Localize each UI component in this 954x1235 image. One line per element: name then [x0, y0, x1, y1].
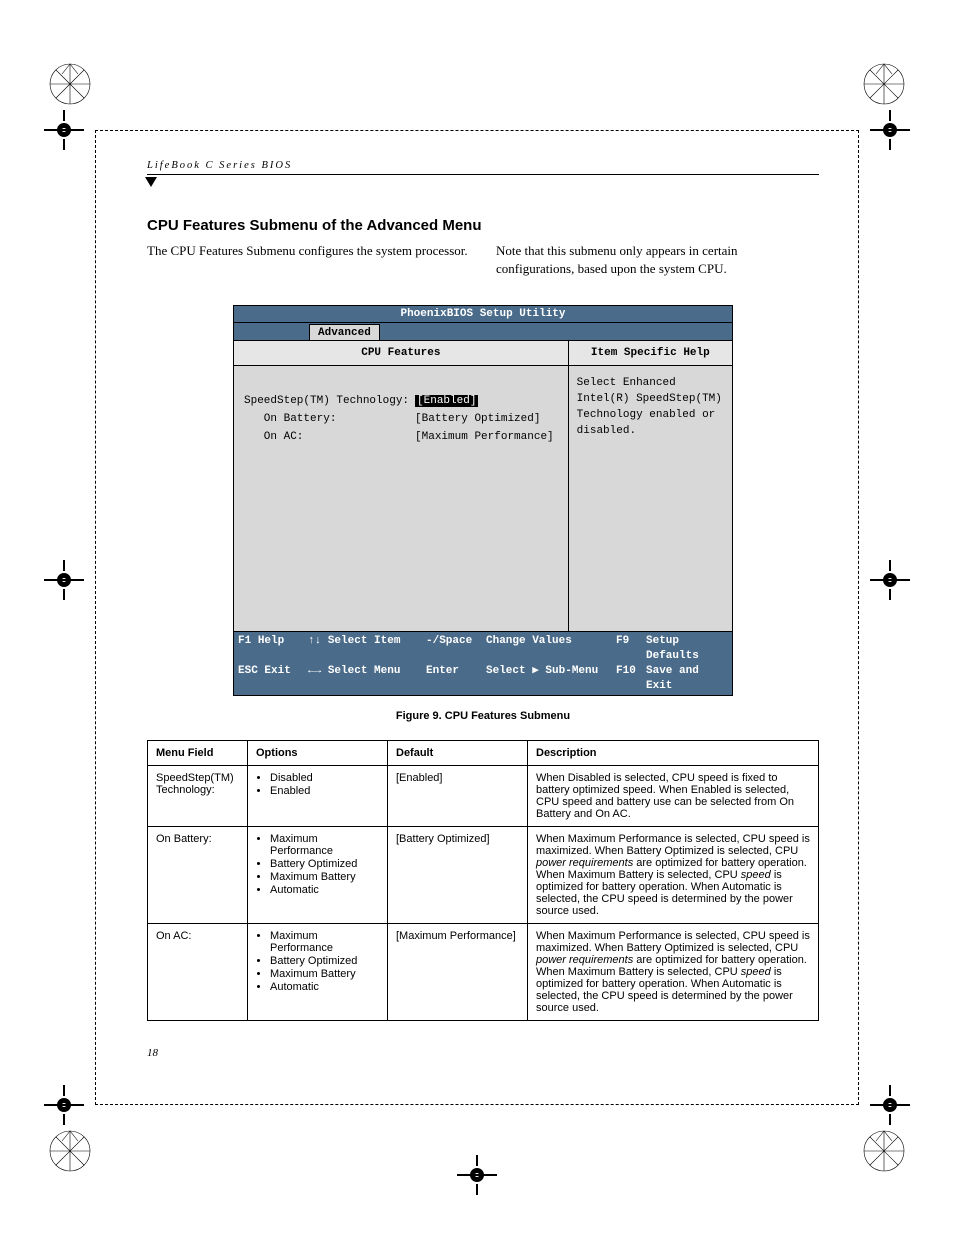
crosshair	[870, 110, 910, 150]
trim-line	[95, 130, 859, 131]
cell-field: On AC:	[148, 924, 248, 1021]
page-content: LifeBook C Series BIOS CPU Features Subm…	[147, 160, 819, 1059]
bios-footer: F1 Help ↑↓ Select Item -/Space Change Va…	[234, 631, 732, 695]
bios-right-heading: Item Specific Help	[569, 341, 732, 366]
bios-settings: SpeedStep(TM) Technology:[Enabled] On Ba…	[234, 366, 568, 631]
cell-description: When Maximum Performance is selected, CP…	[528, 827, 819, 924]
cell-description: When Maximum Performance is selected, CP…	[528, 924, 819, 1021]
reg-mark-br	[862, 1129, 906, 1173]
bios-setting-label: On Battery:	[244, 412, 413, 428]
bios-setting-label: On AC:	[244, 430, 413, 446]
trim-line	[95, 130, 96, 1105]
th-description: Description	[528, 741, 819, 766]
table-row: On Battery:Maximum PerformanceBattery Op…	[148, 827, 819, 924]
option-item: Maximum Performance	[270, 833, 379, 857]
bios-tab-advanced: Advanced	[309, 324, 380, 340]
crosshair	[870, 1085, 910, 1125]
page-number: 18	[147, 1047, 819, 1059]
option-item: Disabled	[270, 772, 379, 784]
crosshair	[870, 560, 910, 600]
bios-left-heading: CPU Features	[234, 341, 568, 366]
bios-setting-value: [Battery Optimized]	[415, 412, 558, 428]
option-item: Enabled	[270, 785, 379, 797]
running-header: LifeBook C Series BIOS	[147, 160, 819, 174]
crosshair	[44, 110, 84, 150]
header-marker-icon	[145, 177, 157, 187]
bios-title: PhoenixBIOS Setup Utility	[234, 306, 732, 323]
bios-figure: PhoenixBIOS Setup Utility Advanced CPU F…	[233, 305, 733, 696]
bios-tab-bar: Advanced	[234, 323, 732, 341]
intro-columns: The CPU Features Submenu configures the …	[147, 242, 819, 277]
option-item: Maximum Battery	[270, 871, 379, 883]
bios-setting-label: SpeedStep(TM) Technology:	[244, 394, 413, 410]
cell-default: [Enabled]	[388, 766, 528, 827]
cell-description: When Disabled is selected, CPU speed is …	[528, 766, 819, 827]
option-item: Maximum Battery	[270, 968, 379, 980]
table-row: On AC:Maximum PerformanceBattery Optimiz…	[148, 924, 819, 1021]
cell-options: Maximum PerformanceBattery OptimizedMaxi…	[248, 827, 388, 924]
trim-line	[858, 130, 859, 1105]
trim-line	[95, 1104, 859, 1105]
option-item: Maximum Performance	[270, 930, 379, 954]
header-rule	[147, 174, 819, 175]
option-item: Automatic	[270, 884, 379, 896]
crosshair	[44, 1085, 84, 1125]
table-row: SpeedStep(TM) Technology:DisabledEnabled…	[148, 766, 819, 827]
bios-setting-value: [Maximum Performance]	[415, 430, 558, 446]
option-item: Battery Optimized	[270, 955, 379, 967]
cell-field: On Battery:	[148, 827, 248, 924]
crosshair	[44, 560, 84, 600]
bios-setting-value: [Enabled]	[415, 394, 558, 410]
option-item: Automatic	[270, 981, 379, 993]
th-menu-field: Menu Field	[148, 741, 248, 766]
section-title: CPU Features Submenu of the Advanced Men…	[147, 217, 819, 234]
th-default: Default	[388, 741, 528, 766]
figure-caption: Figure 9. CPU Features Submenu	[147, 710, 819, 722]
cell-default: [Maximum Performance]	[388, 924, 528, 1021]
cell-options: Maximum PerformanceBattery OptimizedMaxi…	[248, 924, 388, 1021]
intro-right: Note that this submenu only appears in c…	[496, 242, 819, 277]
cell-field: SpeedStep(TM) Technology:	[148, 766, 248, 827]
reg-mark-bl	[48, 1129, 92, 1173]
cell-default: [Battery Optimized]	[388, 827, 528, 924]
option-item: Battery Optimized	[270, 858, 379, 870]
reg-mark-tl	[48, 62, 92, 106]
bios-help-text: Select Enhanced Intel(R) SpeedStep(TM) T…	[569, 366, 732, 450]
options-table: Menu Field Options Default Description S…	[147, 740, 819, 1021]
intro-left: The CPU Features Submenu configures the …	[147, 242, 470, 277]
reg-mark-tr	[862, 62, 906, 106]
th-options: Options	[248, 741, 388, 766]
crosshair	[457, 1155, 497, 1195]
cell-options: DisabledEnabled	[248, 766, 388, 827]
